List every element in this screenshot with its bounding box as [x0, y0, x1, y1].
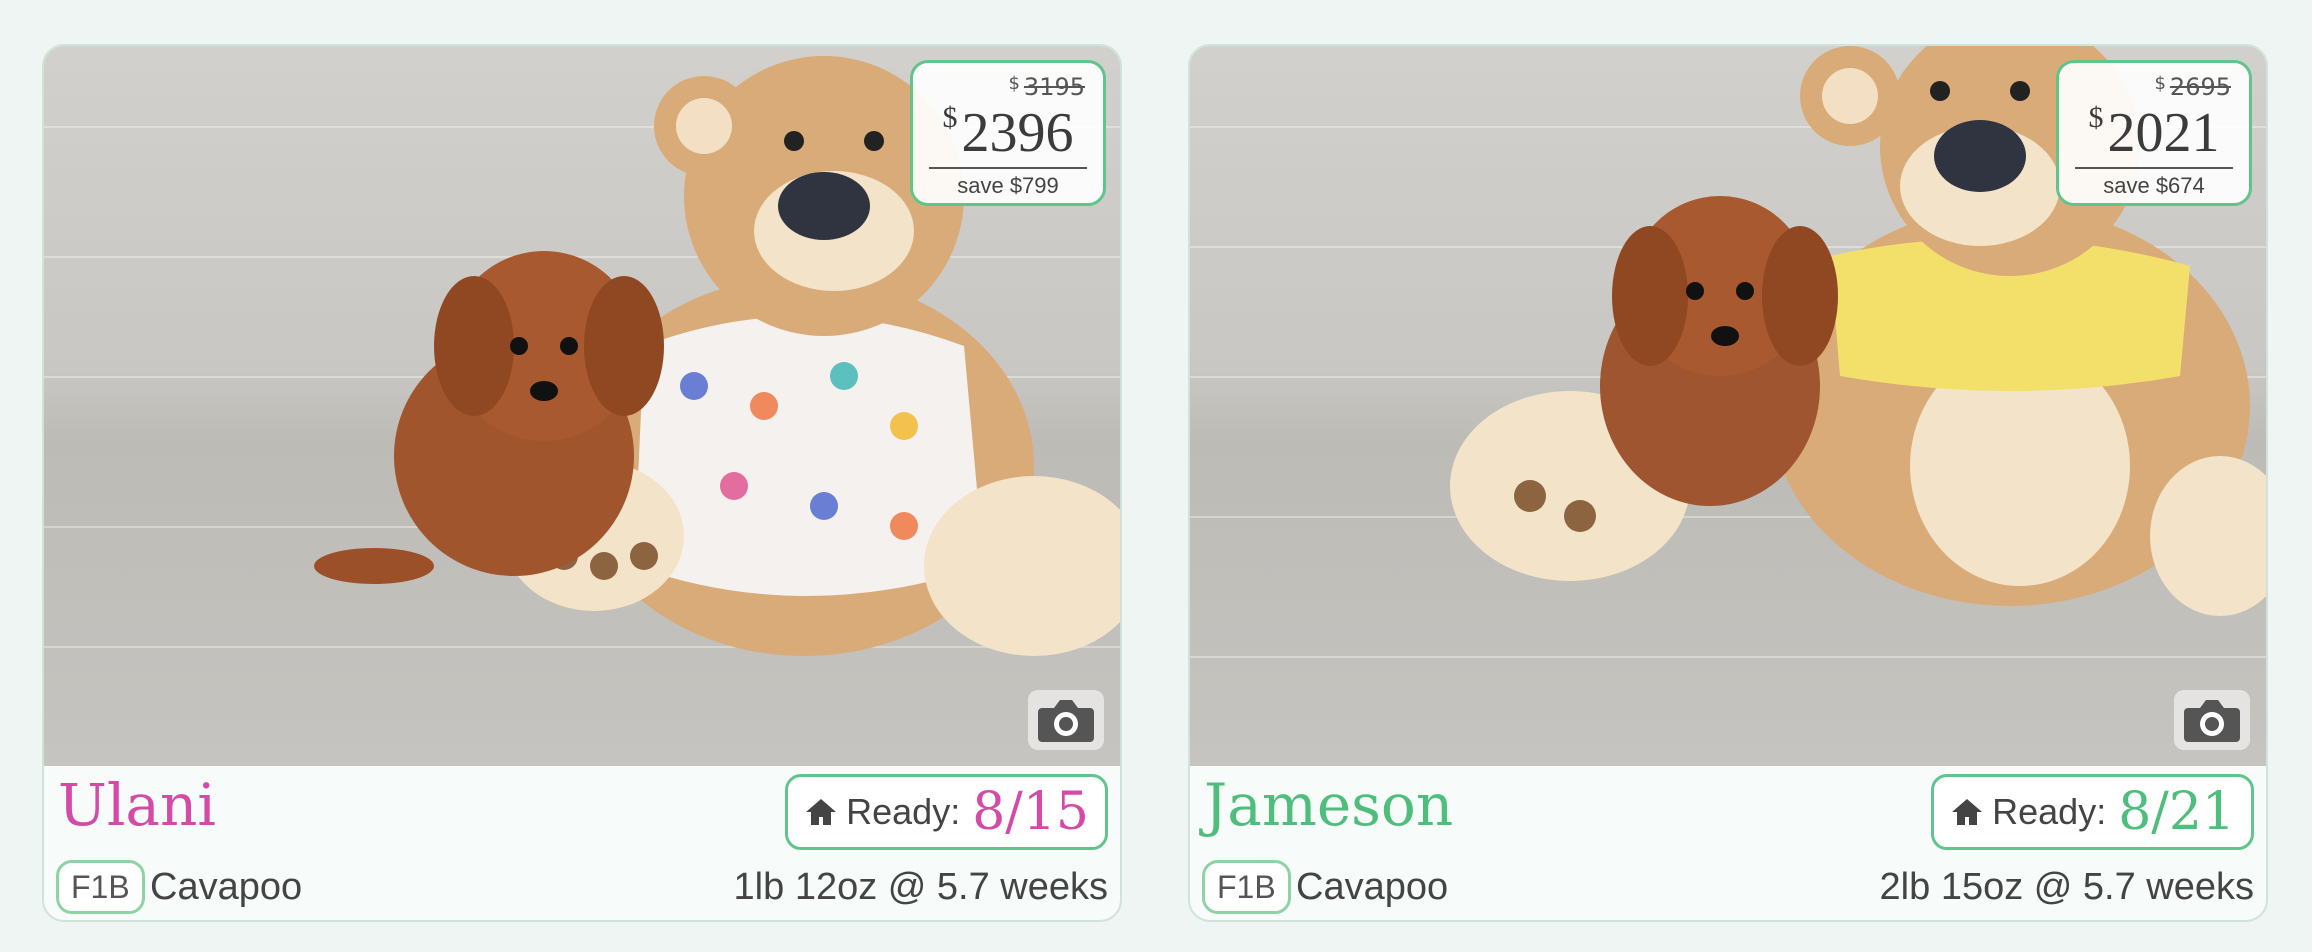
original-price-amount: 2695	[2169, 73, 2231, 101]
home-icon	[806, 799, 837, 825]
currency-symbol: $	[2088, 101, 2104, 134]
currency-symbol: $	[2154, 73, 2166, 94]
current-price: $2021	[2059, 102, 2249, 164]
camera-icon[interactable]	[2174, 690, 2250, 750]
generation-tag: F1B	[1202, 860, 1291, 914]
puppy-info: Ulani Ready: 8/15 F1B Cavapoo 1lb 12oz @…	[44, 766, 1120, 920]
puppy-photo[interactable]: $3195 $2396 save $799	[44, 46, 1120, 766]
savings-text: save $674	[2103, 173, 2205, 198]
currency-symbol: $	[942, 101, 958, 134]
camera-icon[interactable]	[1028, 690, 1104, 750]
current-price: $2396	[913, 102, 1103, 164]
savings-text: save $799	[957, 173, 1059, 198]
puppy-card-ulani[interactable]: $3195 $2396 save $799 Ulani Ready: 8/15 …	[42, 44, 1122, 922]
puppy-info: Jameson Ready: 8/21 F1B Cavapoo 2lb 15oz…	[1190, 766, 2266, 920]
breed-label: Cavapoo	[1296, 866, 1449, 908]
weight-age-label: 1lb 12oz @ 5.7 weeks	[733, 866, 1108, 908]
breed-label: Cavapoo	[150, 866, 303, 908]
original-price: $3195	[1008, 73, 1085, 101]
ready-date-badge: Ready: 8/21	[1931, 774, 2254, 850]
ready-label: Ready:	[846, 791, 961, 832]
puppy-name[interactable]: Ulani	[58, 773, 216, 838]
home-icon	[1952, 799, 1983, 825]
ready-label: Ready:	[1992, 791, 2107, 832]
current-price-amount: 2396	[961, 102, 1074, 164]
puppy-card-jameson[interactable]: $2695 $2021 save $674 Jameson Ready: 8/2…	[1188, 44, 2268, 922]
ready-date-badge: Ready: 8/15	[785, 774, 1108, 850]
current-price-amount: 2021	[2107, 102, 2220, 164]
generation-tag: F1B	[56, 860, 145, 914]
ready-date: 8/21	[2118, 782, 2235, 842]
original-price: $2695	[2154, 73, 2231, 101]
ready-date: 8/15	[972, 782, 1089, 842]
currency-symbol: $	[1008, 73, 1020, 94]
puppy-listing-grid: $3195 $2396 save $799 Ulani Ready: 8/15 …	[0, 0, 2312, 952]
price-badge: $2695 $2021 save $674	[2056, 60, 2252, 206]
puppy-name[interactable]: Jameson	[1204, 773, 1453, 838]
original-price-amount: 3195	[1023, 73, 1085, 101]
puppy-photo[interactable]: $2695 $2021 save $674	[1190, 46, 2266, 766]
price-divider	[2075, 167, 2233, 169]
price-divider	[929, 167, 1087, 169]
price-badge: $3195 $2396 save $799	[910, 60, 1106, 206]
weight-age-label: 2lb 15oz @ 5.7 weeks	[1879, 866, 2254, 908]
